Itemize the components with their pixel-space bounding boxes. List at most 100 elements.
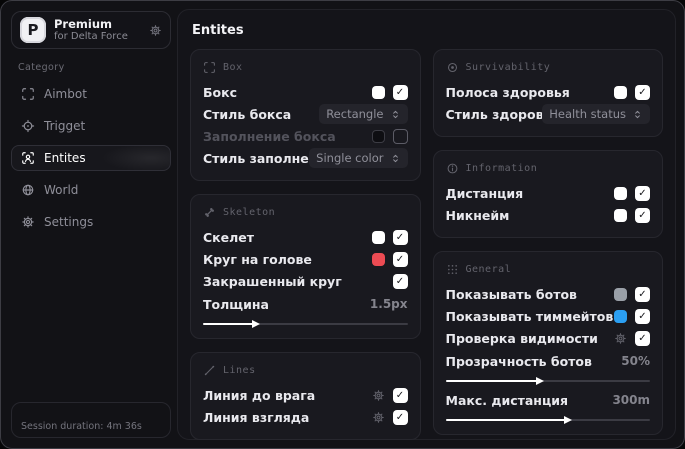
grid-dots-icon	[446, 263, 459, 276]
row-label: Заполнение бокса	[203, 128, 336, 144]
row-controls: Rectangle	[319, 104, 408, 124]
color-swatch[interactable]	[614, 309, 627, 323]
checkbox[interactable]: ✓	[392, 387, 408, 403]
row-label: Стиль бокса	[203, 106, 292, 122]
row-controls: ✓	[371, 229, 408, 245]
checkbox[interactable]: ✓	[392, 251, 408, 267]
crosshair-icon	[21, 119, 35, 133]
session-card: Session duration: 4m 36s	[11, 402, 171, 438]
panel-skeleton: Skeleton Скелет ✓ Круг на голове ✓ Закрашенны…	[190, 194, 421, 339]
checkbox[interactable]: ✓	[635, 330, 650, 346]
slider-thumb[interactable]	[535, 376, 544, 385]
setting-row: Стиль заполнения Single color	[203, 147, 408, 169]
left-column: Box Бокс ✓ Стиль бокса Rectangle Заполнение б…	[190, 49, 421, 440]
brand-subtitle: for Delta Force	[54, 30, 128, 42]
row-label: Проверка видимости	[445, 330, 598, 346]
row-label: Линия до врага	[203, 387, 316, 403]
checkbox[interactable]: ✓	[635, 185, 650, 201]
checkbox[interactable]: ✓	[635, 84, 650, 100]
panel-title: Skeleton	[223, 207, 276, 218]
right-column: Survivability Полоса здоровья ✓ Стиль здоро…	[432, 49, 663, 435]
checkbox[interactable]: ✓	[392, 84, 408, 100]
panel-information: Information Дистанция ✓ Никнейм ✓	[432, 150, 663, 238]
panel-title: General	[465, 264, 512, 275]
dropdown-value: Health status	[549, 107, 626, 121]
sidebar-item-label: Aimbot	[44, 87, 87, 101]
sidebar-item-settings[interactable]: Settings	[11, 209, 171, 235]
checkbox[interactable]: ✓	[392, 229, 408, 245]
app-logo: P	[20, 17, 46, 43]
slider-fill	[203, 323, 255, 325]
brand-settings-icon[interactable]	[149, 24, 162, 37]
row-controls: ✓	[372, 409, 408, 425]
setting-row: Линия до врага ✓	[203, 384, 408, 406]
dropdown[interactable]: Single color	[309, 148, 408, 168]
checkbox[interactable]: ✓	[635, 207, 650, 223]
panel-header: Box	[203, 61, 408, 74]
box-frame-icon	[203, 61, 216, 74]
sidebar-item-trigget[interactable]: Trigget	[11, 113, 171, 139]
sidebar-item-world[interactable]: World	[11, 177, 171, 203]
brand-title: Premium	[54, 16, 112, 31]
panel-header: General	[446, 263, 651, 276]
color-swatch[interactable]	[371, 129, 385, 143]
globe-icon	[21, 183, 35, 197]
row-controls	[371, 128, 408, 144]
dropdown[interactable]: Health status	[542, 104, 650, 124]
checkbox[interactable]: ✓	[392, 409, 408, 425]
gear-icon[interactable]	[372, 411, 385, 424]
row-controls: ✓	[614, 330, 650, 346]
row-label: Стиль здоровья	[445, 106, 543, 122]
row-controls: Single color	[309, 148, 408, 168]
row-controls: Health status	[542, 104, 650, 124]
row-controls: ✓	[392, 273, 408, 289]
color-swatch[interactable]	[614, 208, 627, 222]
checkbox[interactable]: ✓	[635, 308, 650, 324]
checkbox[interactable]	[392, 128, 408, 144]
updown-arrows-icon	[390, 153, 401, 164]
row-label: Прозрачность ботов	[445, 353, 592, 369]
slider-setting: Толщина 1.5px	[203, 293, 408, 328]
gear-icon[interactable]	[614, 332, 627, 345]
checkbox[interactable]: ✓	[635, 286, 650, 302]
color-swatch[interactable]	[371, 230, 385, 244]
updown-arrows-icon	[390, 109, 401, 120]
slider-track[interactable]	[445, 376, 650, 385]
color-swatch[interactable]	[614, 186, 627, 200]
panel-header: Survivability	[446, 61, 651, 74]
setting-row: Заполнение бокса	[203, 125, 408, 147]
dropdown-value: Rectangle	[326, 107, 384, 121]
brand-card: P Premium for Delta Force	[11, 11, 171, 49]
row-controls: ✓	[614, 185, 650, 201]
checkbox[interactable]: ✓	[392, 273, 408, 289]
app-window: P Premium for Delta Force Category Aimbo…	[0, 0, 685, 449]
slider-label-row: Прозрачность ботов 50%	[446, 350, 651, 372]
slider-thumb[interactable]	[564, 415, 573, 424]
line-icon	[203, 364, 216, 377]
slider-thumb[interactable]	[252, 319, 261, 328]
setting-row: Закрашенный круг ✓	[203, 270, 408, 292]
slider-fill	[445, 419, 567, 421]
row-label: Скелет	[203, 229, 255, 245]
gear-icon[interactable]	[372, 389, 385, 402]
row-controls: ✓	[371, 84, 408, 100]
main-panel: Entites Box Бокс ✓ Стиль бокса Rectangle Запо…	[177, 9, 676, 440]
row-label: Бокс	[203, 84, 238, 100]
slider-track[interactable]	[445, 415, 650, 424]
slider-value: 1.5px	[369, 297, 408, 311]
setting-row: Показывать ботов ✓	[446, 283, 650, 305]
setting-row: Полоса здоровья ✓	[446, 81, 650, 103]
color-swatch[interactable]	[371, 252, 385, 266]
panel-box: Box Бокс ✓ Стиль бокса Rectangle Заполнение б…	[190, 49, 421, 181]
sidebar-item-aimbot[interactable]: Aimbot	[11, 81, 171, 107]
sidebar-item-entites[interactable]: Entites	[11, 145, 171, 171]
color-swatch[interactable]	[614, 85, 627, 99]
color-swatch[interactable]	[371, 85, 385, 99]
color-swatch[interactable]	[614, 287, 627, 301]
slider-track[interactable]	[203, 319, 408, 328]
setting-row: Линия взгляда ✓	[203, 406, 408, 428]
slider-fill	[445, 380, 538, 382]
sidebar-item-label: Settings	[44, 215, 94, 229]
dropdown[interactable]: Rectangle	[319, 104, 408, 124]
setting-row: Никнейм ✓	[446, 204, 650, 226]
